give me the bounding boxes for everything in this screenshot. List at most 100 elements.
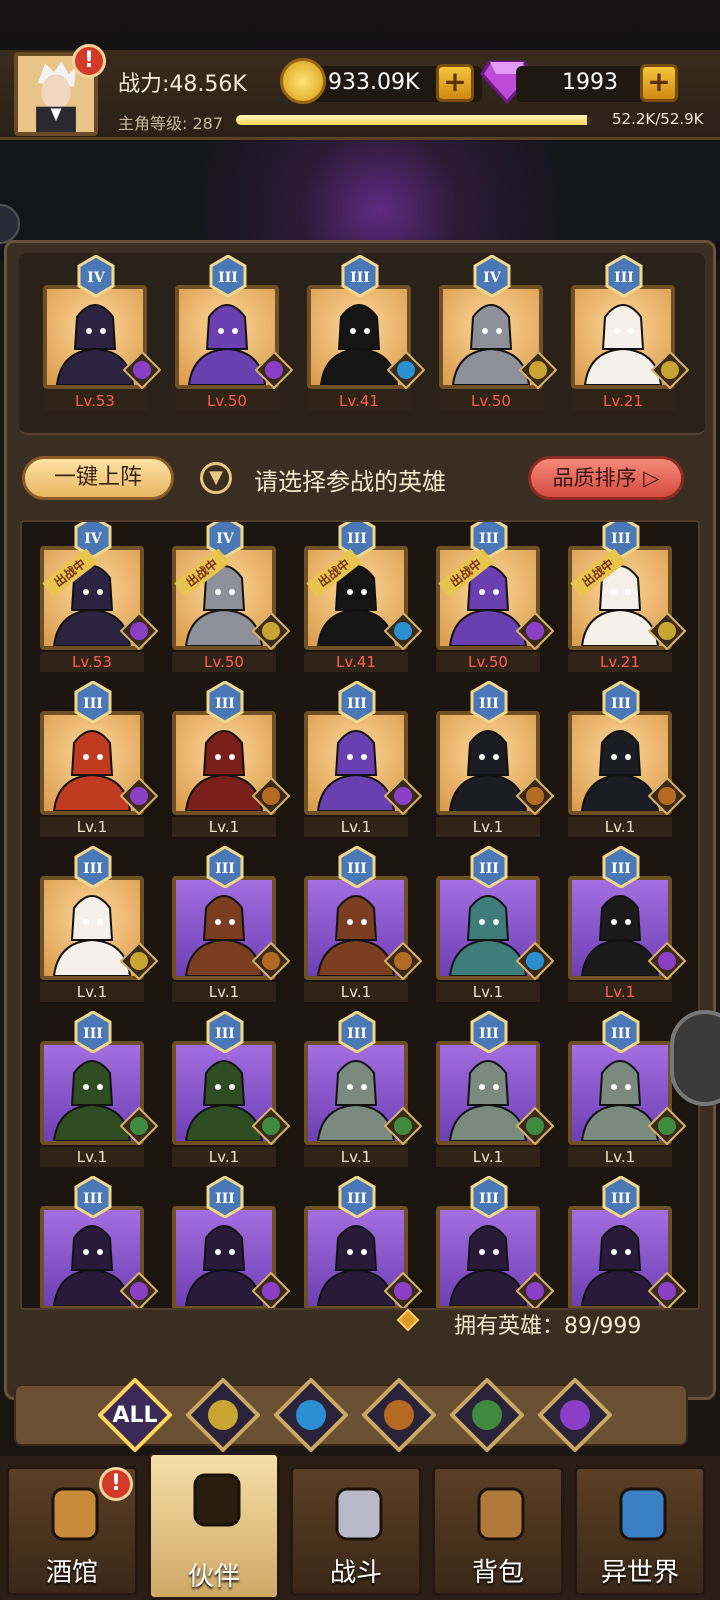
crossed-swords-icon bbox=[335, 1487, 383, 1541]
svg-text:III: III bbox=[479, 861, 499, 877]
hero-card[interactable]: III Lv.1 bbox=[304, 681, 422, 837]
rank-badge-icon: III bbox=[470, 1176, 508, 1218]
hero-card[interactable]: III Lv.1 bbox=[436, 1011, 554, 1167]
hero-level: Lv.21 bbox=[571, 391, 675, 411]
royal-filter-button[interactable] bbox=[186, 1378, 260, 1452]
svg-text:III: III bbox=[218, 270, 238, 286]
hero-card[interactable]: III Lv.1 bbox=[40, 1011, 158, 1167]
add-gem-button[interactable]: + bbox=[640, 64, 678, 102]
hero-level: Lv.21 bbox=[568, 652, 672, 672]
nav-crossed-swords[interactable]: 战斗 bbox=[290, 1466, 422, 1596]
ocean-filter-button[interactable] bbox=[274, 1378, 348, 1452]
add-gold-button[interactable]: + bbox=[436, 64, 474, 102]
svg-text:III: III bbox=[215, 861, 235, 877]
exp-bar-fill bbox=[236, 115, 588, 125]
hero-card[interactable]: III Lv.1 bbox=[172, 681, 290, 837]
hero-level: Lv.1 bbox=[172, 982, 276, 1002]
svg-text:III: III bbox=[347, 1191, 367, 1207]
elf-icon bbox=[648, 1107, 686, 1145]
nav-beer-mug[interactable]: 酒馆! bbox=[6, 1466, 138, 1596]
demon-icon bbox=[384, 777, 422, 815]
rank-badge-icon: III bbox=[338, 1011, 376, 1053]
elf-icon bbox=[120, 1107, 158, 1145]
beast-filter-button[interactable] bbox=[362, 1378, 436, 1452]
arrow-down-icon: ▼ bbox=[200, 462, 232, 494]
demon-icon bbox=[516, 1272, 554, 1308]
hero-card[interactable]: III Lv.1 bbox=[436, 846, 554, 1002]
demon-filter-button[interactable] bbox=[538, 1378, 612, 1452]
hero-level: Lv.1 bbox=[304, 1147, 408, 1167]
svg-text:III: III bbox=[83, 861, 103, 877]
hero-card[interactable]: III Lv.50 出战中 bbox=[436, 522, 554, 672]
nav-alert-icon: ! bbox=[99, 1467, 133, 1501]
backpack-icon bbox=[477, 1487, 525, 1541]
hero-card[interactable]: III Lv.21 出战中 bbox=[568, 522, 686, 672]
hero-card[interactable]: III Lv.1 bbox=[40, 846, 158, 1002]
exp-bar bbox=[236, 115, 592, 125]
team-hero-card[interactable]: IV Lv.53 bbox=[43, 255, 161, 411]
rank-badge-icon: III bbox=[602, 846, 640, 888]
hero-card[interactable]: III bbox=[568, 1176, 686, 1308]
all-filter-button[interactable]: ALL bbox=[98, 1378, 172, 1452]
nav-partner-face[interactable]: 伙伴 bbox=[148, 1452, 280, 1600]
rank-badge-icon: III bbox=[209, 255, 247, 297]
hero-card[interactable]: III Lv.41 出战中 bbox=[304, 522, 422, 672]
avatar-alert-icon: ! bbox=[72, 44, 106, 78]
svg-text:III: III bbox=[347, 861, 367, 877]
nav-backpack[interactable]: 背包 bbox=[432, 1466, 564, 1596]
hero-level: Lv.1 bbox=[568, 817, 672, 837]
hero-card[interactable]: III bbox=[172, 1176, 290, 1308]
hero-card[interactable]: III Lv.1 bbox=[568, 846, 686, 1002]
elf-filter-button[interactable] bbox=[450, 1378, 524, 1452]
team-hero-card[interactable]: III Lv.50 bbox=[175, 255, 293, 411]
hero-card[interactable]: III Lv.1 bbox=[436, 681, 554, 837]
svg-text:III: III bbox=[347, 531, 367, 547]
hero-card[interactable]: III bbox=[40, 1176, 158, 1308]
rank-badge-icon: III bbox=[470, 681, 508, 723]
demon-icon bbox=[384, 1272, 422, 1308]
rank-badge-icon: III bbox=[338, 1176, 376, 1218]
hero-level: Lv.50 bbox=[436, 652, 540, 672]
hero-card[interactable]: III Lv.1 bbox=[172, 846, 290, 1002]
hero-card[interactable]: III Lv.1 bbox=[568, 681, 686, 837]
hero-card[interactable]: III Lv.1 bbox=[304, 846, 422, 1002]
hero-level: Lv.1 bbox=[568, 982, 672, 1002]
portal-icon bbox=[619, 1487, 667, 1541]
team-hero-card[interactable]: IV Lv.50 bbox=[439, 255, 557, 411]
hero-level: Lv.53 bbox=[40, 652, 144, 672]
hero-card[interactable]: III Lv.1 bbox=[40, 681, 158, 837]
rank-badge-icon: III bbox=[338, 846, 376, 888]
rank-badge-icon: III bbox=[74, 1176, 112, 1218]
one-key-deploy-button[interactable]: 一键上阵 bbox=[22, 456, 174, 500]
team-hero-card[interactable]: III Lv.41 bbox=[307, 255, 425, 411]
svg-text:III: III bbox=[215, 696, 235, 712]
quality-sort-button[interactable]: 品质排序 ▷ bbox=[528, 456, 684, 500]
hero-card[interactable]: III bbox=[304, 1176, 422, 1308]
hero-card[interactable]: III Lv.1 bbox=[304, 1011, 422, 1167]
svg-text:III: III bbox=[479, 1191, 499, 1207]
hero-grid[interactable]: IV Lv.53 出战中 IV Lv.50 出战中 III Lv.41 出战中 III Lv.50 出… bbox=[20, 520, 700, 1310]
demon-icon bbox=[120, 612, 158, 650]
hero-card[interactable]: III Lv.1 bbox=[172, 1011, 290, 1167]
rank-badge-icon: III bbox=[206, 846, 244, 888]
hero-card[interactable]: III bbox=[436, 1176, 554, 1308]
royal-icon bbox=[648, 612, 686, 650]
hero-card[interactable]: IV Lv.50 出战中 bbox=[172, 522, 290, 672]
app-root: ! 予 战力:48.56K 933.09K + 1993 + 主角等级: 287… bbox=[0, 0, 720, 1600]
hero-level: Lv.1 bbox=[40, 817, 144, 837]
svg-text:III: III bbox=[83, 696, 103, 712]
svg-text:III: III bbox=[215, 1191, 235, 1207]
hero-card[interactable]: IV Lv.53 出战中 bbox=[40, 522, 158, 672]
royal-icon bbox=[120, 942, 158, 980]
gold-amount: 933.09K bbox=[328, 70, 420, 95]
svg-text:III: III bbox=[611, 696, 631, 712]
chat-bubble-icon[interactable] bbox=[670, 1010, 720, 1106]
partner-face-icon bbox=[193, 1473, 241, 1527]
rank-badge-icon: III bbox=[74, 846, 112, 888]
hero-card[interactable]: III Lv.1 bbox=[568, 1011, 686, 1167]
nav-portal[interactable]: 异世界 bbox=[574, 1466, 706, 1596]
team-hero-card[interactable]: III Lv.21 bbox=[571, 255, 689, 411]
royal-icon bbox=[252, 612, 290, 650]
rank-badge-icon: III bbox=[470, 522, 508, 558]
hero-level: Lv.1 bbox=[172, 1147, 276, 1167]
